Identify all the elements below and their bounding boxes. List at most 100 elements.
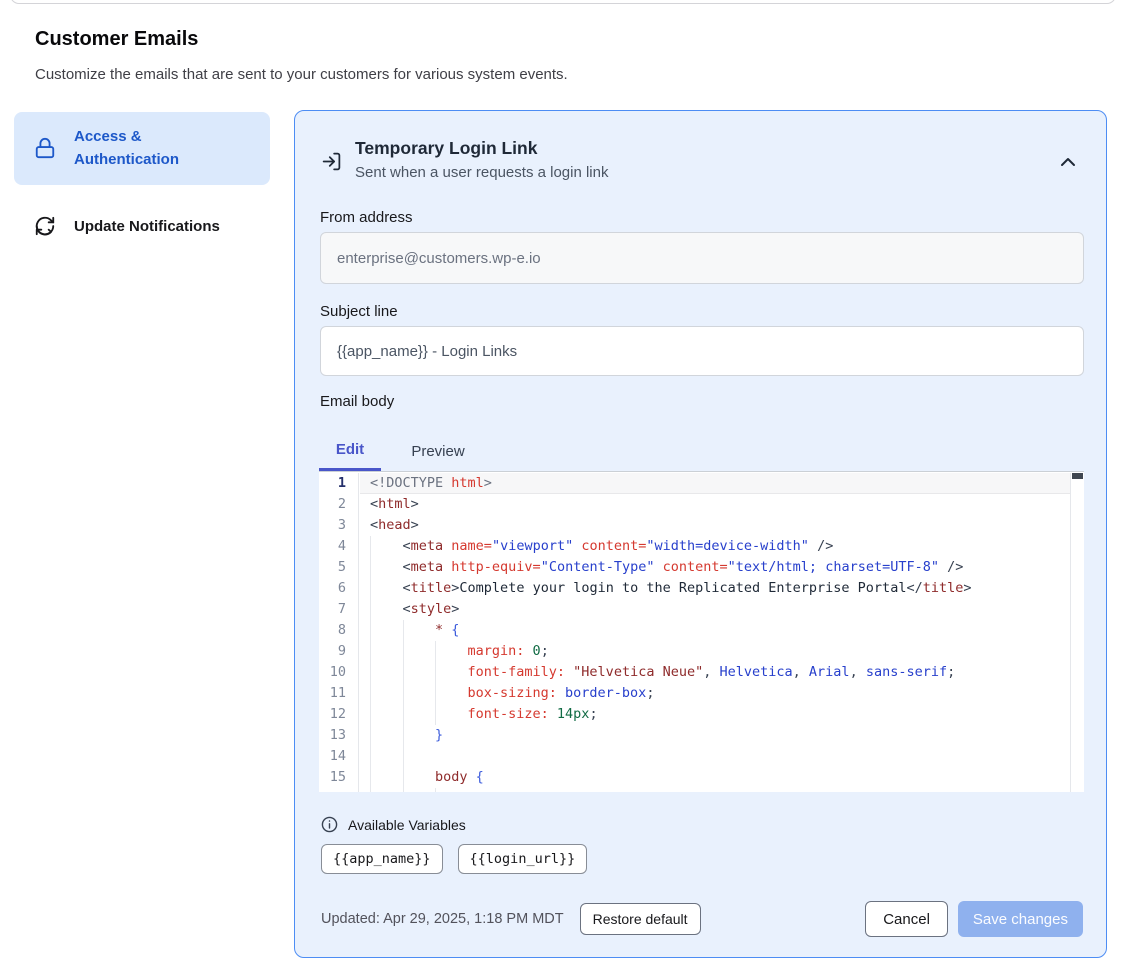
code-line[interactable]: <!DOCTYPE html>: [360, 473, 1070, 494]
indent-guide: [403, 620, 436, 641]
code-editor[interactable]: 12345678910111213141516 <!DOCTYPE html><…: [319, 471, 1084, 792]
line-number: 12: [319, 704, 358, 725]
code-line[interactable]: font-family: "Helvetica Neue", Helvetica…: [360, 662, 1070, 683]
code-token: <: [403, 538, 411, 554]
variable-chip-app-name[interactable]: {{app_name}}: [321, 844, 443, 874]
editor-scrollbar[interactable]: [1070, 473, 1084, 792]
indent-guide: [370, 536, 403, 557]
from-address-label: From address: [320, 209, 413, 226]
code-token: >: [963, 580, 971, 596]
line-number: 8: [319, 620, 358, 641]
save-changes-button[interactable]: Save changes: [958, 901, 1083, 937]
code-token: >: [484, 475, 492, 491]
code-token: sans-serif: [858, 664, 947, 680]
email-body-tabs: Edit Preview: [319, 431, 473, 471]
code-token: margin:: [468, 643, 525, 659]
code-token: Arial: [801, 664, 850, 680]
indent-guide: [403, 725, 436, 746]
code-token: "width=device-width": [646, 538, 809, 554]
code-token: />: [939, 559, 963, 575]
sidebar-item-label: Update Notifications: [74, 215, 244, 238]
editor-gutter: 12345678910111213141516: [319, 473, 359, 792]
sidebar-item-label: Access & Authentication: [74, 125, 244, 172]
code-line[interactable]: }: [360, 725, 1070, 746]
line-number: 15: [319, 767, 358, 788]
chevron-up-icon: [1060, 156, 1076, 168]
subject-line-input[interactable]: [320, 326, 1084, 376]
code-line[interactable]: <meta name="viewport" content="width=dev…: [360, 536, 1070, 557]
page-subtitle: Customize the emails that are sent to yo…: [35, 66, 568, 83]
code-line[interactable]: <head>: [360, 515, 1070, 536]
previous-card-edge: [10, 0, 1116, 4]
code-token: Complete your login to the Replicated En…: [459, 580, 906, 596]
code-line[interactable]: box-sizing: border-box;: [360, 683, 1070, 704]
email-types-sidebar: Access & Authentication Update Notificat…: [14, 112, 270, 251]
tab-edit[interactable]: Edit: [319, 431, 381, 471]
code-line[interactable]: <html>: [360, 494, 1070, 515]
cancel-button[interactable]: Cancel: [865, 901, 948, 937]
code-token: html: [378, 496, 411, 512]
line-number: 11: [319, 683, 358, 704]
available-variables: Available Variables: [321, 816, 466, 833]
editor-code[interactable]: <!DOCTYPE html><html><head><meta name="v…: [360, 473, 1070, 792]
variable-chip-login-url[interactable]: {{login_url}}: [458, 844, 588, 874]
code-token: ;: [671, 790, 679, 792]
code-token: </: [906, 580, 922, 596]
code-line[interactable]: margin: 0;: [360, 641, 1070, 662]
indent-guide: [403, 746, 436, 767]
code-line[interactable]: body {: [360, 767, 1070, 788]
code-token: ;: [541, 643, 549, 659]
line-number: 7: [319, 599, 358, 620]
code-line[interactable]: background-color: #f6f6f6;: [360, 788, 1070, 792]
line-number: 13: [319, 725, 358, 746]
code-token: box-sizing:: [468, 685, 557, 701]
code-token: {: [451, 622, 459, 638]
email-body-label: Email body: [320, 393, 394, 410]
code-line[interactable]: * {: [360, 620, 1070, 641]
code-token: style: [411, 601, 452, 617]
code-token: meta: [411, 538, 444, 554]
collapse-section-button[interactable]: [1058, 155, 1078, 171]
indent-guide: [403, 788, 436, 792]
line-number: 3: [319, 515, 358, 536]
code-token: "viewport": [492, 538, 573, 554]
code-line[interactable]: <style>: [360, 599, 1070, 620]
indent-guide: [370, 704, 403, 725]
restore-default-button[interactable]: Restore default: [580, 903, 701, 935]
line-number: 4: [319, 536, 358, 557]
code-token: Helvetica: [711, 664, 792, 680]
temporary-login-link-panel: Temporary Login Link Sent when a user re…: [294, 110, 1107, 958]
indent-guide: [370, 788, 403, 792]
panel-footer: Updated: Apr 29, 2025, 1:18 PM MDT Resto…: [321, 900, 1083, 938]
code-token: "text/html; charset=UTF-8": [728, 559, 939, 575]
line-number: 14: [319, 746, 358, 767]
indent-guide: [435, 662, 468, 683]
variable-chips: {{app_name}} {{login_url}}: [321, 844, 587, 874]
code-token: }: [435, 727, 443, 743]
code-token: content=: [655, 559, 728, 575]
code-token: 14px: [557, 706, 590, 722]
sidebar-item-access-authentication[interactable]: Access & Authentication: [14, 112, 270, 185]
code-token: #f6f6f6: [606, 790, 671, 792]
code-token: />: [809, 538, 833, 554]
line-number: 9: [319, 641, 358, 662]
panel-subtitle: Sent when a user requests a login link: [355, 164, 608, 181]
log-in-icon: [321, 151, 342, 172]
indent-guide: [435, 683, 468, 704]
tab-preview[interactable]: Preview: [403, 431, 473, 471]
code-token: <: [370, 496, 378, 512]
sidebar-item-update-notifications[interactable]: Update Notifications: [14, 202, 270, 251]
indent-guide: [370, 725, 403, 746]
code-token: font-size:: [468, 706, 549, 722]
code-line[interactable]: font-size: 14px;: [360, 704, 1070, 725]
from-address-input[interactable]: [320, 232, 1084, 284]
code-line[interactable]: <meta http-equiv="Content-Type" content=…: [360, 557, 1070, 578]
line-number: 6: [319, 578, 358, 599]
code-token: >: [411, 496, 419, 512]
code-token: 0: [533, 643, 541, 659]
code-line[interactable]: <title>Complete your login to the Replic…: [360, 578, 1070, 599]
code-line[interactable]: [360, 746, 1070, 767]
code-token: body: [435, 769, 476, 785]
indent-guide: [370, 599, 403, 620]
scrollbar-thumb[interactable]: [1072, 473, 1083, 479]
